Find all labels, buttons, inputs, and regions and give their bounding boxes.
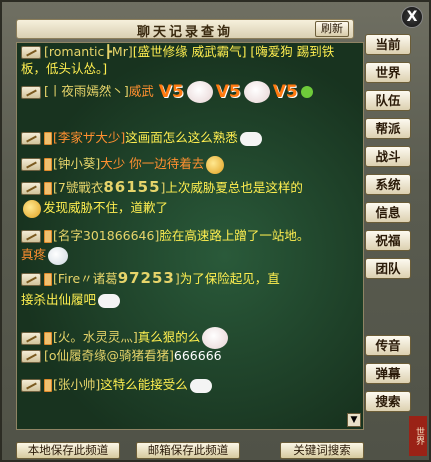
tab-info[interactable]: 信息 [365,202,411,223]
channel-tabs: 当前 世界 队伍 帮派 战斗 系统 信息 祝福 团队 [365,34,415,286]
pencil-icon[interactable] [21,331,41,345]
tab-whisper[interactable]: 传音 [365,335,411,356]
sender-name[interactable]: [钟小葵] [53,156,100,171]
message-text: 为了保险起见，直 [179,271,280,286]
sender-name[interactable]: [丨夜雨嫣然丶] [44,84,129,99]
cloud-emote-icon [239,131,262,146]
world-seal-stamp: 世界 [409,416,427,456]
message-text: 上次威胁夏总也是这样的 [165,180,303,195]
pencil-icon[interactable] [21,379,41,392]
mail-save-button[interactable]: 邮箱保存此频道 [136,442,240,459]
sender-number[interactable]: 86155 [103,178,160,196]
sender-name[interactable]: [张小帅] [53,377,100,392]
message-text-cont: 发现威胁不住，道歉了 [43,200,169,215]
tab-system[interactable]: 系统 [365,174,411,195]
cloud-emote-icon [98,293,121,308]
sweat-emote-icon [48,246,69,265]
message-text: 脸在高速路上蹭了一站地。 [159,228,310,243]
chat-message: [o仙履奇缘@骑猪看猪]666666 [21,347,357,364]
chat-message: [7號戰衣86155]上次威胁夏总也是这样的 发现威胁不住，道歉了 [21,179,357,218]
sender-name[interactable]: [o仙履奇缘@骑猪看猪] [44,348,174,363]
keyword-search-button[interactable]: 关键词搜索 [280,442,364,459]
chat-message: [火。水灵灵灬]真么狠的么 [21,327,357,349]
cloud-emote-icon [189,378,212,393]
v5-emote: V5 [272,81,298,102]
bun-emote-icon [202,327,229,349]
sender-name[interactable]: [7號戰衣 [53,180,103,195]
sender-name[interactable]: [名字301866646] [53,228,159,243]
chat-message: [名字301866646]脸在高速路上蹭了一站地。 真疼 [21,227,357,265]
chat-message: [romantic┣Mr][盛世修缘 威武霸气] [嗨爱狗 踢到铁板，低头认怂。… [21,43,357,77]
bun-emote-icon [243,81,270,103]
green-dot-icon [300,86,313,98]
tab-world[interactable]: 世界 [365,62,411,83]
chat-history-window: 聊天记录查询 刷新 X [romantic┣Mr][盛世修缘 威武霸气] [嗨爱… [0,0,431,462]
bun-emote-icon [186,81,213,103]
pencil-icon[interactable] [21,158,41,171]
badge-icon [44,132,52,145]
chat-message: [张小帅]这特么能接受么 [21,376,357,393]
local-save-button[interactable]: 本地保存此频道 [16,442,120,459]
close-button[interactable]: X [401,6,423,28]
message-text: 威武 [128,83,154,99]
sender-name[interactable]: [李家ザ大少] [53,130,125,145]
title-bar: 聊天记录查询 刷新 [16,19,354,40]
badge-icon [44,273,52,286]
sender-name[interactable]: [romantic┣Mr] [44,44,133,59]
sender-name[interactable]: [Fire〃诸葛 [53,271,118,286]
pencil-icon[interactable] [21,132,41,145]
chat-message: [Fire〃诸葛97253]为了保险起见，直 接杀出仙履吧 [21,270,357,308]
v5-emote: V5 [215,81,241,102]
pencil-icon[interactable] [21,273,41,286]
message-text: 这画面怎么这么熟悉 [125,130,238,145]
badge-icon [44,379,52,392]
pencil-icon[interactable] [21,350,41,363]
badge-icon [44,331,52,345]
pencil-icon[interactable] [21,85,41,99]
message-text: 这特么能接受么 [100,377,188,392]
badge-icon [44,158,52,171]
face-emote-icon [206,155,225,174]
tab-current[interactable]: 当前 [365,34,411,55]
chat-message: [丨夜雨嫣然丶]威武 V5 V5 V5 [21,81,357,103]
chat-message: [李家ザ大少]这画面怎么这么熟悉 [21,129,357,146]
tab-battle[interactable]: 战斗 [365,146,411,167]
message-text-cont: 真疼 [21,247,47,262]
pencil-icon[interactable] [21,230,41,243]
sender-number[interactable]: 97253 [118,269,175,287]
message-text-cont: 接杀出仙履吧 [21,292,97,307]
tab-blessing[interactable]: 祝福 [365,230,411,251]
tab-danmaku[interactable]: 弹幕 [365,363,411,384]
channel-tabs-lower: 传音 弹幕 搜索 [365,335,415,419]
face-emote-icon [23,199,41,218]
message-text: 666666 [173,348,222,363]
badge-icon [44,182,52,195]
tab-search[interactable]: 搜索 [365,391,411,412]
badge-icon [44,230,52,243]
chat-message: [钟小葵]大少 你一边待着去 [21,155,357,174]
refresh-button[interactable]: 刷新 [315,21,349,37]
sender-name[interactable]: [火。水灵灵灬] [53,330,138,345]
tab-group[interactable]: 团队 [365,258,411,279]
pencil-icon[interactable] [21,46,41,59]
tab-guild[interactable]: 帮派 [365,118,411,139]
tab-team[interactable]: 队伍 [365,90,411,111]
chat-log-panel[interactable]: [romantic┣Mr][盛世修缘 威武霸气] [嗨爱狗 踢到铁板，低头认怂。… [16,42,364,430]
scroll-down-button[interactable]: ▼ [347,413,361,427]
window-title: 聊天记录查询 [136,25,233,40]
v5-emote: V5 [158,81,184,102]
message-text: 大少 你一边待着去 [100,156,205,171]
pencil-icon[interactable] [21,182,41,195]
message-text: 真么狠的么 [137,329,201,345]
